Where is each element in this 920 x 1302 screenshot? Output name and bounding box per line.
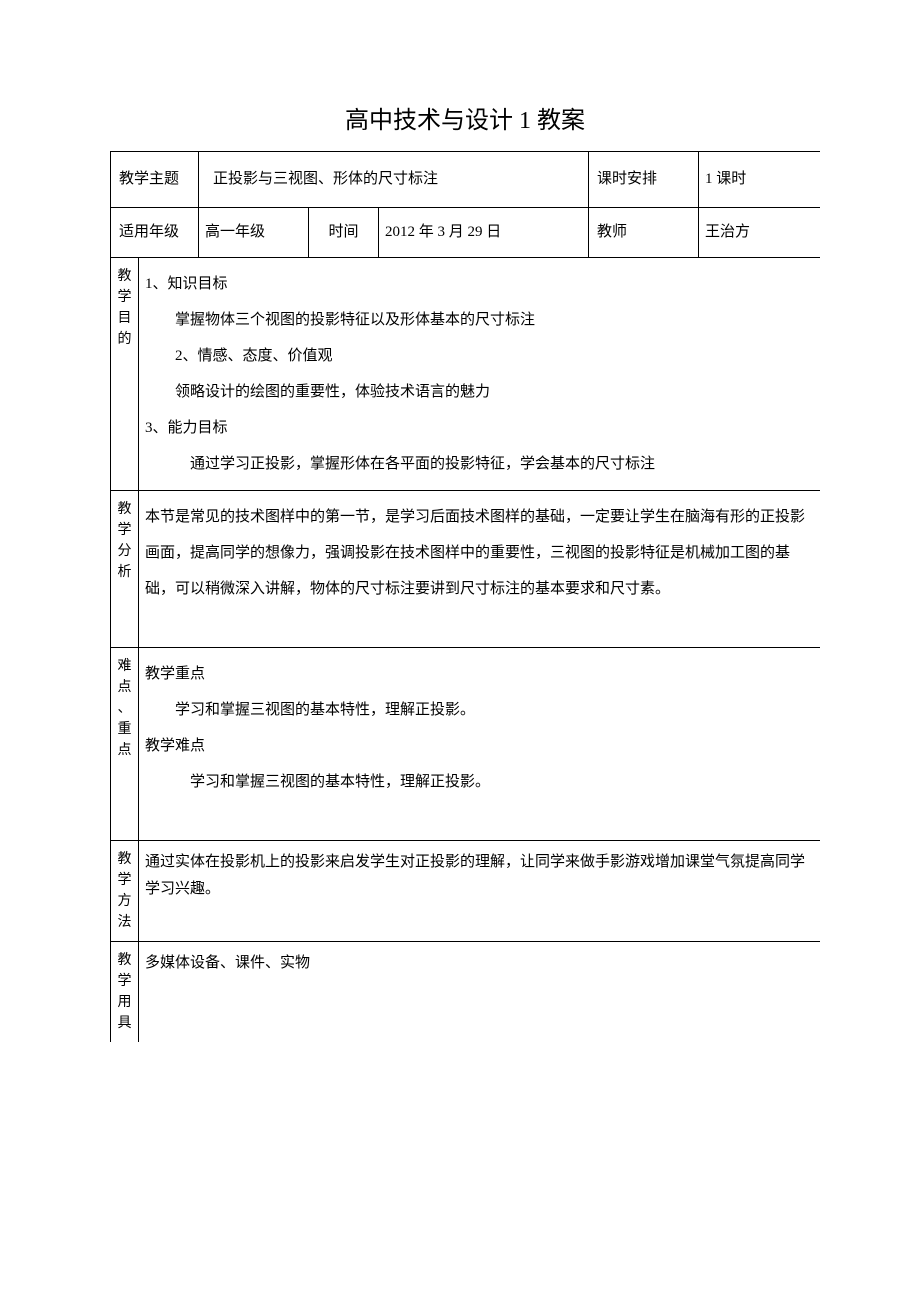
- time-value: 2012 年 3 月 29 日: [379, 208, 589, 258]
- lesson-plan-table: 教学主题 正投影与三视图、形体的尺寸标注 课时安排 1 课时 适用年级 高一年级…: [110, 151, 820, 1042]
- tools-content: 多媒体设备、课件、实物: [139, 942, 821, 1043]
- hours-label: 课时安排: [589, 152, 699, 208]
- analysis-label: 教 学 分 析: [111, 491, 139, 648]
- grade-label: 适用年级: [111, 208, 199, 258]
- grade-value: 高一年级: [199, 208, 309, 258]
- teacher-label: 教师: [589, 208, 699, 258]
- goal-1-detail: 掌握物体三个视图的投影特征以及形体基本的尺寸标注: [145, 302, 814, 338]
- goal-1: 1、知识目标: [145, 276, 228, 292]
- difficulty-label: 难 点 、 重 点: [111, 648, 139, 841]
- goal-2-detail: 领略设计的绘图的重要性，体验技术语言的魅力: [145, 374, 814, 410]
- goal-3-detail: 通过学习正投影，掌握形体在各平面的投影特征，学会基本的尺寸标注: [145, 446, 814, 482]
- goals-content: 1、知识目标 掌握物体三个视图的投影特征以及形体基本的尺寸标注 2、情感、态度、…: [139, 258, 821, 491]
- time-label: 时间: [309, 208, 379, 258]
- topic-value: 正投影与三视图、形体的尺寸标注: [199, 152, 589, 208]
- goals-label: 教 学 目 的: [111, 258, 139, 491]
- teacher-value: 王治方: [699, 208, 820, 258]
- hard-point-label: 教学难点: [145, 738, 205, 754]
- method-content: 通过实体在投影机上的投影来启发学生对正投影的理解，让同学来做手影游戏增加课堂气氛…: [139, 841, 821, 942]
- analysis-content: 本节是常见的技术图样中的第一节，是学习后面技术图样的基础，一定要让学生在脑海有形…: [139, 491, 821, 648]
- goal-3: 3、能力目标: [145, 420, 228, 436]
- page-title: 高中技术与设计 1 教案: [110, 100, 820, 135]
- tools-label: 教 学 用 具: [111, 942, 139, 1043]
- topic-label: 教学主题: [111, 152, 199, 208]
- hours-value: 1 课时: [699, 152, 820, 208]
- hard-point-text: 学习和掌握三视图的基本特性，理解正投影。: [145, 764, 814, 800]
- key-point-text: 学习和掌握三视图的基本特性，理解正投影。: [145, 692, 814, 728]
- method-label: 教 学 方 法: [111, 841, 139, 942]
- difficulty-content: 教学重点 学习和掌握三视图的基本特性，理解正投影。 教学难点 学习和掌握三视图的…: [139, 648, 821, 841]
- goal-2: 2、情感、态度、价值观: [145, 338, 814, 374]
- key-point-label: 教学重点: [145, 666, 205, 682]
